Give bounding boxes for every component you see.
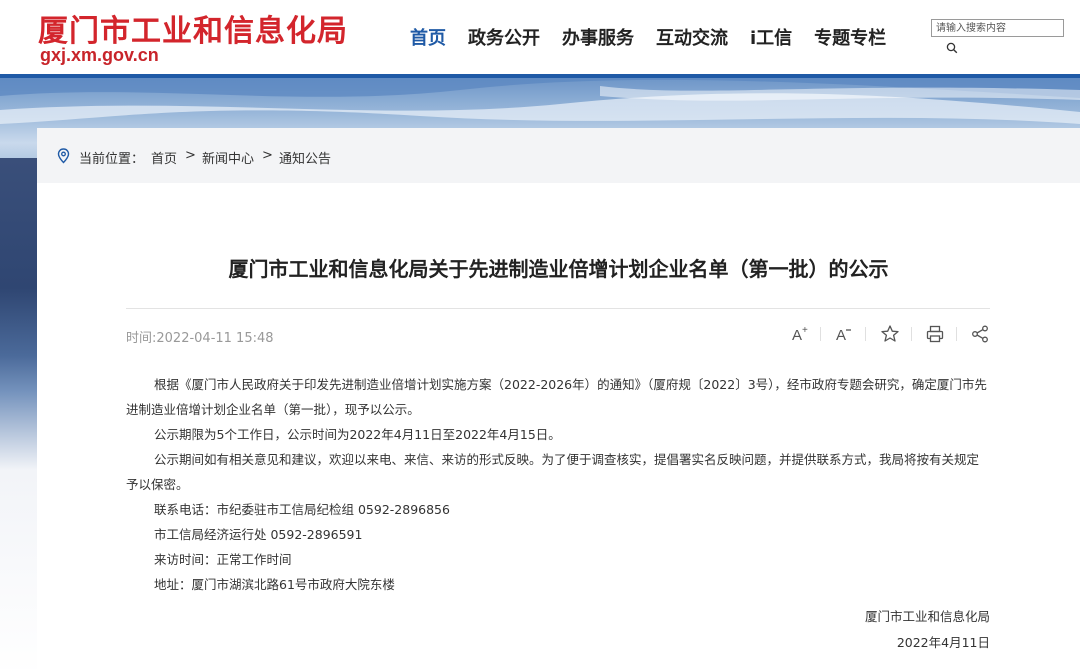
toolbar-divider [820, 327, 821, 341]
site-header: 厦门市工业和信息化局 gxj.xm.gov.cn 首页 政务公开 办事服务 互动… [0, 0, 1080, 76]
svg-text:A: A [792, 327, 802, 344]
toolbar-divider [911, 327, 912, 341]
print-icon[interactable] [925, 324, 945, 344]
title-divider [126, 308, 990, 309]
site-domain: gxj.xm.gov.cn [40, 45, 159, 65]
article-body: 根据《厦门市人民政府关于印发先进制造业倍增计划实施方案（2022-2026年）的… [126, 372, 990, 597]
breadcrumb-news-center[interactable]: 新闻中心 [202, 148, 254, 167]
breadcrumb: 当前位置： 首页 > 新闻中心 > 通知公告 [37, 128, 1080, 183]
nav-item-government-affairs[interactable]: 政务公开 [468, 24, 540, 50]
site-logo-title[interactable]: 厦门市工业和信息化局 [38, 6, 348, 50]
location-pin-icon [57, 148, 70, 164]
breadcrumb-separator: > [185, 148, 196, 163]
publish-time: 时间:2022-04-11 15:48 [126, 331, 274, 346]
banner-city-edge [0, 158, 40, 669]
toolbar-divider [956, 327, 957, 341]
breadcrumb-home[interactable]: 首页 [151, 148, 177, 167]
visit-time: 来访时间：正常工作时间 [154, 552, 292, 567]
search-input[interactable] [931, 19, 1064, 37]
article-paragraph: 公示期间如有相关意见和建议，欢迎以来电、来信、来访的形式反映。为了便于调查核实，… [126, 452, 980, 492]
search-icon[interactable] [946, 42, 958, 54]
breadcrumb-notices[interactable]: 通知公告 [279, 148, 331, 167]
content-panel: 当前位置： 首页 > 新闻中心 > 通知公告 厦门市工业和信息化局关于先进制造业… [37, 128, 1080, 669]
nav-item-special-topics[interactable]: 专题专栏 [814, 24, 886, 50]
nav-item-i-gongxin[interactable]: i工信 [750, 24, 792, 50]
share-icon[interactable] [970, 324, 990, 344]
contact-phone-discipline: 联系电话：市纪委驻市工信局纪检组 0592-2896856 [154, 502, 450, 517]
font-increase-icon[interactable]: A + [790, 324, 810, 344]
svg-text:A: A [836, 327, 846, 344]
contact-address: 地址：厦门市湖滨北路61号市政府大院东楼 [154, 577, 395, 592]
nav-item-services[interactable]: 办事服务 [562, 24, 634, 50]
signature-date: 2022年4月11日 [896, 635, 990, 650]
nav-item-home[interactable]: 首页 [410, 24, 446, 50]
font-decrease-icon[interactable]: A [834, 324, 854, 344]
article-paragraph: 公示期限为5个工作日，公示时间为2022年4月11日至2022年4月15日。 [154, 427, 561, 442]
article-paragraph: 根据《厦门市人民政府关于印发先进制造业倍增计划实施方案（2022-2026年）的… [126, 377, 987, 417]
toolbar-divider [865, 327, 866, 341]
signature: 厦门市工业和信息化局 [864, 609, 990, 624]
breadcrumb-label: 当前位置： [79, 152, 145, 167]
breadcrumb-separator: > [262, 148, 273, 163]
nav-item-interaction[interactable]: 互动交流 [656, 24, 728, 50]
main-nav: 首页 政务公开 办事服务 互动交流 i工信 专题专栏 [410, 24, 908, 50]
article-title: 厦门市工业和信息化局关于先进制造业倍增计划企业名单（第一批）的公示 [228, 257, 889, 281]
star-icon[interactable] [880, 324, 900, 344]
svg-text:+: + [802, 325, 808, 336]
contact-phone-operations: 市工信局经济运行处 0592-2896591 [154, 527, 363, 542]
